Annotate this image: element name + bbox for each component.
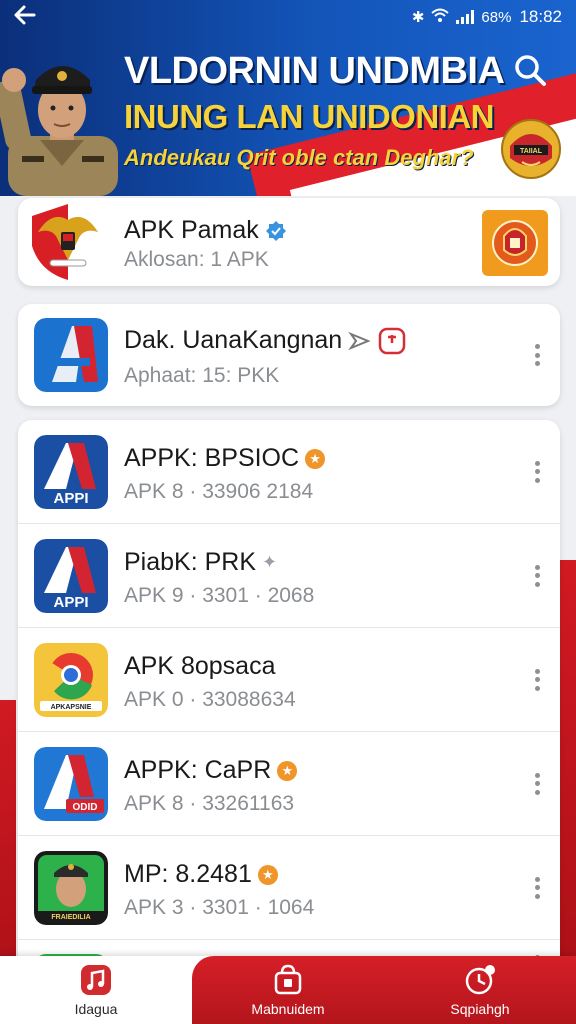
search-button[interactable] <box>510 50 550 90</box>
icon-label: APPI <box>53 594 88 611</box>
nav-tab-store[interactable]: Mabnuidem <box>192 956 384 1024</box>
apk-a-icon: ODID <box>34 746 108 821</box>
verified-badge-icon <box>265 220 286 241</box>
emblem-label: TAIIAL <box>520 148 543 155</box>
app-subtitle: APK 8 · 33906 2184 <box>124 480 314 503</box>
apk-a-icon <box>34 318 108 392</box>
icon-label: ODID <box>73 802 98 813</box>
app-title: MP: 8.2481 <box>124 860 252 888</box>
list-item[interactable]: APPI APPK: BPSIOC ★ APK 8 · 33906 2184 <box>18 420 560 524</box>
garuda-emblem-icon <box>32 204 98 280</box>
app-subtitle: APK 0 · 33088634 <box>124 688 296 711</box>
police-emblem-icon[interactable] <box>482 210 548 276</box>
arrow-left-icon <box>14 5 36 25</box>
music-app-icon <box>81 965 111 995</box>
app-list: APPI APPK: BPSIOC ★ APK 8 · 33906 2184 A… <box>18 420 560 1024</box>
apk-a-icon: APPI <box>34 538 108 613</box>
wifi-icon <box>431 8 450 26</box>
share-arrow-icon <box>348 331 371 350</box>
second-app-card[interactable]: Dak. UanaKangnan Aphaat: 15: PKK <box>18 304 560 406</box>
star-badge-icon: ★ <box>305 448 326 469</box>
star-badge-icon: ★ <box>257 864 278 885</box>
banner-subtitle: INUNG LAN UNIDONIAN <box>124 98 494 135</box>
bluetooth-icon: ✱ <box>411 9 425 26</box>
bottom-navigation: Idagua Mabnuidem Sqpiahgh <box>0 956 576 1024</box>
police-emblem-icon: TAIIAL <box>501 119 561 179</box>
clock-time: 18:82 <box>519 7 562 26</box>
banner-headline: VLDORNIN UNDMBIA INUNG LAN UNIDONIAN And… <box>124 50 505 172</box>
back-button[interactable] <box>10 2 40 32</box>
more-options-button[interactable] <box>528 875 546 901</box>
signal-icon <box>456 10 475 24</box>
icon-label: APKAPSNIE <box>51 704 92 711</box>
clock-icon <box>465 965 495 995</box>
icon-label: FRAIEDILIA <box>51 914 90 921</box>
banner-title: VLDORNIN UNDMBIA <box>124 50 505 92</box>
more-options-button[interactable] <box>528 667 546 693</box>
app-title: APPK: CaPR <box>124 756 272 784</box>
nav-label: Mabnuidem <box>251 1001 325 1017</box>
app-subtitle: APK 3 · 3301 · 1064 <box>124 896 315 919</box>
officer-portrait-icon: FRAIEDILIA <box>34 850 108 925</box>
chrome-style-icon: APKAPSNIE <box>34 642 108 717</box>
battery-percent: 68% <box>481 8 512 26</box>
featured-app-card[interactable]: APK Pamak Aklosan: 1 APK <box>18 198 560 286</box>
app-title: PiabK: PRK <box>124 548 257 576</box>
featured-app-title: APK Pamak <box>124 216 259 244</box>
search-icon <box>515 55 546 86</box>
status-bar: ✱ 68% 18:82 <box>0 0 576 34</box>
more-options-button[interactable] <box>528 342 546 368</box>
featured-app-subtitle: Aklosan: 1 APK <box>124 248 269 271</box>
nav-tab-home[interactable]: Idagua <box>0 956 192 1024</box>
app-subtitle: APK 8 · 33261163 <box>124 792 295 815</box>
more-options-button[interactable] <box>528 771 546 797</box>
app-title: APK 8opsaca <box>124 652 276 680</box>
list-item[interactable]: APPI PiabK: PRK ✦ APK 9 · 3301 · 2068 <box>18 524 560 628</box>
nav-label: Idagua <box>74 1001 118 1017</box>
star-badge-icon: ★ <box>277 760 298 781</box>
app-title: APPK: BPSIOC <box>124 444 300 472</box>
second-app-subtitle: Aphaat: 15: PKK <box>124 364 280 387</box>
nav-label: Sqpiahgh <box>450 1001 510 1017</box>
header-banner: ✱ 68% 18:82 VLDORNIN UNDMBIA INUNG LAN U… <box>0 0 576 196</box>
more-options-button[interactable] <box>528 459 546 485</box>
bag-icon <box>274 964 302 995</box>
banner-tagline: Andeukau Qrit oble ctan Deghar? <box>124 145 474 170</box>
puzzle-icon: ✦ <box>262 552 278 572</box>
icon-label: APPI <box>53 490 88 507</box>
list-item[interactable]: ODID APPK: CaPR ★ APK 8 · 33261163 <box>18 732 560 836</box>
app-subtitle: APK 9 · 3301 · 2068 <box>124 584 315 607</box>
more-options-button[interactable] <box>528 563 546 589</box>
alert-badge-icon <box>378 327 406 354</box>
apk-a-icon: APPI <box>34 434 108 509</box>
side-decoration-right <box>560 560 576 1024</box>
list-item[interactable]: APKAPSNIE APK 8opsaca APK 0 · 33088634 <box>18 628 560 732</box>
list-item[interactable]: FRAIEDILIA MP: 8.2481 ★ APK 3 · 3301 · 1… <box>18 836 560 940</box>
officer-illustration-icon <box>0 66 118 196</box>
nav-tab-history[interactable]: Sqpiahgh <box>384 956 576 1024</box>
second-app-title: Dak. UanaKangnan <box>124 326 343 354</box>
